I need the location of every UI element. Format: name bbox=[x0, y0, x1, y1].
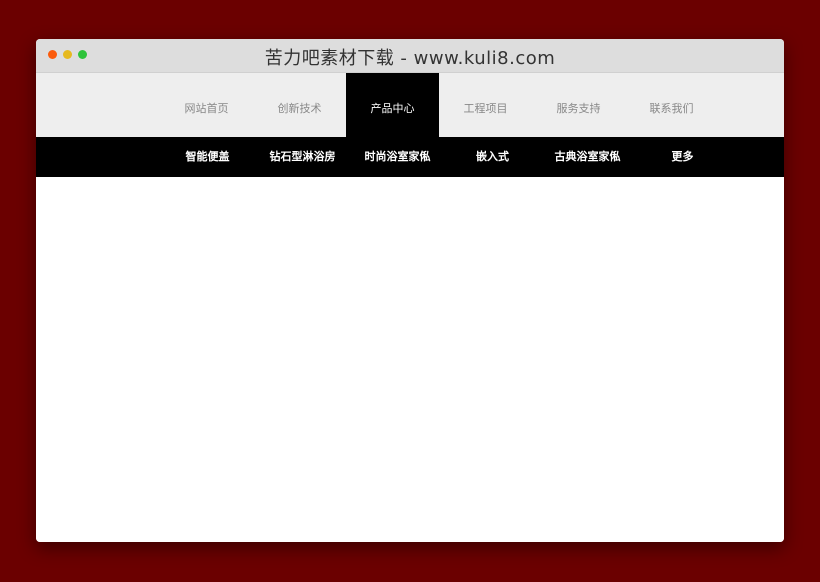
main-nav-item-products[interactable]: 产品中心 bbox=[346, 73, 439, 137]
main-nav-list: 网站首页 创新技术 产品中心 工程项目 服务支持 联系我们 bbox=[160, 73, 718, 137]
sub-nav-item-smart-toilet-lid[interactable]: 智能便盖 bbox=[160, 137, 255, 177]
sub-nav-item-classic-bathroom-furniture[interactable]: 古典浴室家俬 bbox=[540, 137, 635, 177]
sub-nav-list: 智能便盖 钻石型淋浴房 时尚浴室家俬 嵌入式 古典浴室家俬 更多 bbox=[160, 137, 730, 177]
main-nav-item-contact[interactable]: 联系我们 bbox=[625, 73, 718, 137]
sub-nav-item-diamond-shower[interactable]: 钻石型淋浴房 bbox=[255, 137, 350, 177]
main-nav-item-support[interactable]: 服务支持 bbox=[532, 73, 625, 137]
window-titlebar: 苦力吧素材下载 - www.kuli8.com bbox=[36, 39, 784, 73]
sub-nav-item-modern-bathroom-furniture[interactable]: 时尚浴室家俬 bbox=[350, 137, 445, 177]
sub-nav-item-built-in[interactable]: 嵌入式 bbox=[445, 137, 540, 177]
main-nav-item-projects[interactable]: 工程项目 bbox=[439, 73, 532, 137]
main-nav: 网站首页 创新技术 产品中心 工程项目 服务支持 联系我们 bbox=[36, 73, 784, 137]
page-content bbox=[36, 177, 784, 542]
main-nav-item-innovation[interactable]: 创新技术 bbox=[253, 73, 346, 137]
main-nav-item-home[interactable]: 网站首页 bbox=[160, 73, 253, 137]
sub-nav: 智能便盖 钻石型淋浴房 时尚浴室家俬 嵌入式 古典浴室家俬 更多 bbox=[36, 137, 784, 177]
browser-window: 苦力吧素材下载 - www.kuli8.com 网站首页 创新技术 产品中心 工… bbox=[36, 39, 784, 542]
window-title: 苦力吧素材下载 - www.kuli8.com bbox=[264, 48, 556, 69]
sub-nav-item-more[interactable]: 更多 bbox=[635, 137, 730, 177]
